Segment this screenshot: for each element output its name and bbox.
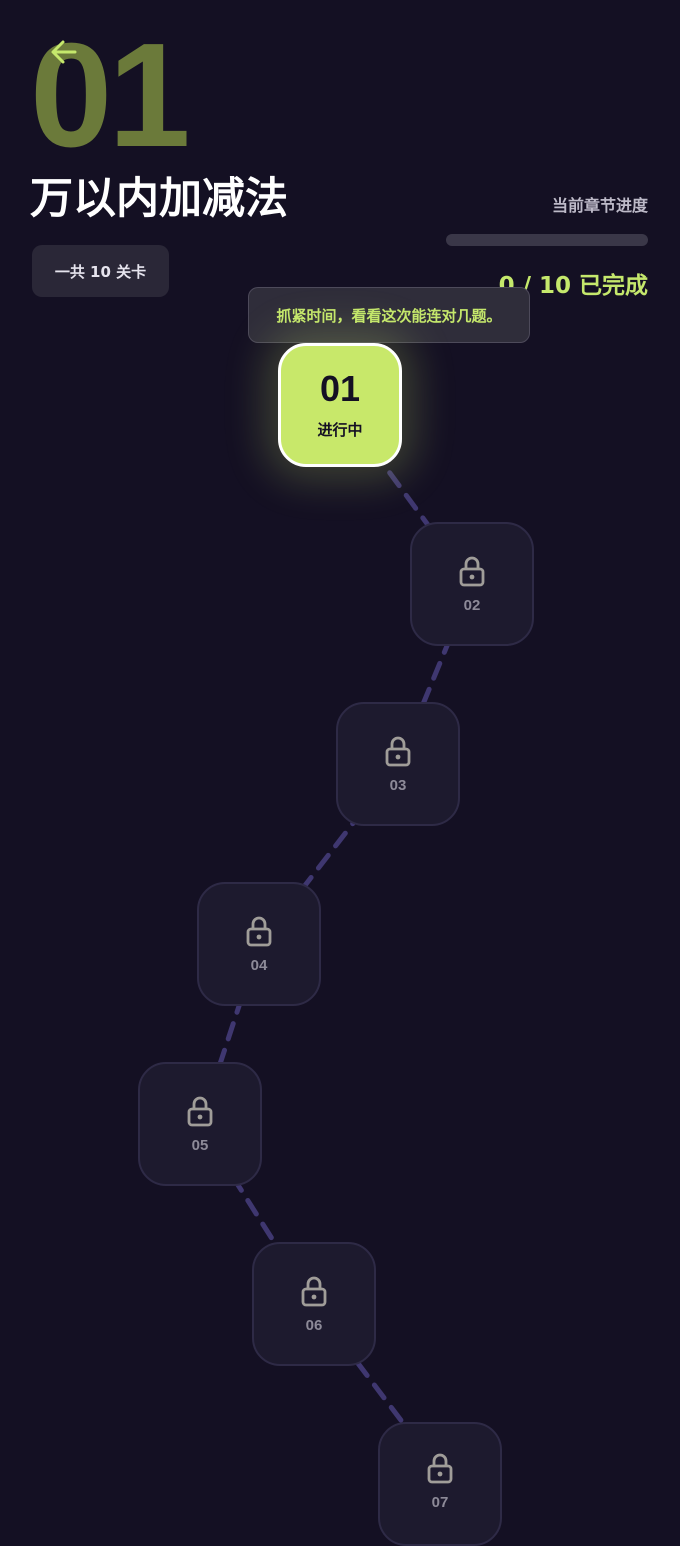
- level-number: 03: [389, 776, 407, 794]
- level-number: 07: [431, 1494, 449, 1511]
- lock-icon: [427, 1453, 453, 1484]
- level-node-07[interactable]: 07: [378, 1422, 502, 1546]
- level-number: 01: [319, 367, 361, 409]
- lock-icon: [246, 916, 272, 946]
- level-node-02[interactable]: 02: [410, 522, 534, 646]
- level-node-05[interactable]: 05: [138, 1062, 262, 1186]
- level-number: 05: [191, 1136, 209, 1154]
- level-node-04[interactable]: 04: [197, 882, 321, 1006]
- level-number: 02: [463, 596, 481, 614]
- level-status: 进行中: [317, 420, 363, 439]
- level-node-06[interactable]: 06: [252, 1242, 376, 1366]
- level-number: 06: [305, 1316, 323, 1334]
- level-node-01[interactable]: 01 进行中: [278, 343, 402, 467]
- level-node-03[interactable]: 03: [336, 702, 460, 826]
- lock-icon: [187, 1096, 213, 1126]
- lock-icon: [301, 1276, 327, 1306]
- lock-icon: [459, 556, 485, 586]
- lock-icon: [385, 736, 411, 766]
- tooltip: 抓紧时间，看看这次能连对几题。: [248, 287, 530, 343]
- level-number: 04: [250, 956, 268, 974]
